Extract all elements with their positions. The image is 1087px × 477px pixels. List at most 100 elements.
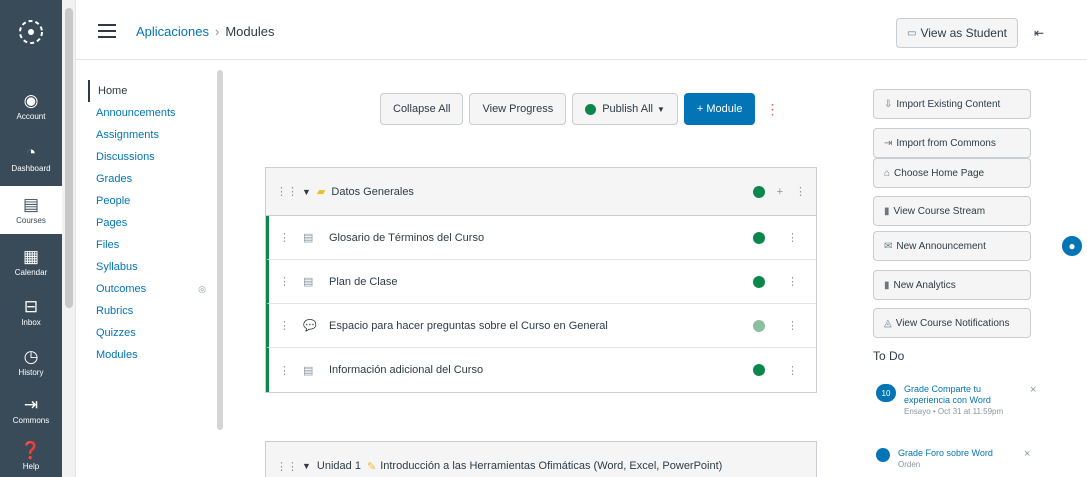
drag-handle-icon[interactable]: ⋮ bbox=[279, 364, 303, 377]
drag-handle-icon[interactable]: ⋮⋮ bbox=[276, 460, 298, 473]
course-nav: Home Announcements Assignments Discussio… bbox=[88, 80, 218, 366]
logo-icon[interactable] bbox=[0, 8, 62, 56]
module-datos-generales: ⋮⋮ ▼ ▰ Datos Generales + ⋮ ⋮ ▤ Glosario … bbox=[265, 167, 817, 393]
dashboard-icon: ◔ bbox=[25, 142, 37, 162]
drag-handle-icon[interactable]: ⋮ bbox=[279, 275, 303, 288]
view-as-student-button[interactable]: ▭ View as Student bbox=[896, 18, 1018, 48]
count-badge bbox=[876, 448, 890, 462]
kebab-icon[interactable]: ⋮ bbox=[787, 364, 798, 377]
user-icon: ◉ bbox=[23, 90, 39, 110]
view-progress-button[interactable]: View Progress bbox=[469, 93, 567, 125]
course-nav-assignments[interactable]: Assignments bbox=[88, 124, 218, 146]
announcement-icon: ✉ bbox=[884, 240, 893, 252]
page-icon: ▤ bbox=[303, 276, 314, 288]
choose-home-page-button[interactable]: ⌂ Choose Home Page bbox=[873, 158, 1031, 188]
inbox-icon: ⊟ bbox=[23, 296, 39, 316]
module-item[interactable]: ⋮ 💬 Espacio para hacer preguntas sobre e… bbox=[266, 304, 816, 348]
module-header[interactable]: ⋮⋮ ▼ ▰ Datos Generales + ⋮ bbox=[266, 168, 816, 216]
new-analytics-button[interactable]: ▮ New Analytics bbox=[873, 270, 1031, 300]
scrollbar-thumb[interactable] bbox=[65, 8, 73, 308]
canvas-app: ◉ Account ◔ Dashboard ▤ Courses ▦ Calend… bbox=[0, 0, 1087, 477]
discussion-icon: 💬 bbox=[303, 320, 317, 332]
view-course-notifications-button[interactable]: ◬ View Course Notifications bbox=[873, 308, 1031, 338]
module-item[interactable]: ⋮ ▤ Información adicional del Curso ⋮ bbox=[266, 348, 816, 392]
caret-down-icon[interactable]: ▼ bbox=[302, 187, 311, 197]
nav-commons[interactable]: ⇥ Commons bbox=[0, 386, 62, 434]
todo-title[interactable]: Grade Comparte tu experiencia con Word bbox=[904, 384, 1022, 406]
chevron-down-icon: ▼ bbox=[656, 104, 665, 114]
module-title: Datos Generales bbox=[331, 185, 414, 198]
module-header[interactable]: ⋮⋮ ▼ Unidad 1 ✎ Introducción a las Herra… bbox=[266, 442, 816, 477]
module-item[interactable]: ⋮ ▤ Plan de Clase ⋮ bbox=[266, 260, 816, 304]
course-nav-people[interactable]: People bbox=[88, 190, 218, 212]
nav-courses[interactable]: ▤ Courses bbox=[0, 186, 62, 234]
course-nav-quizzes[interactable]: Quizzes bbox=[88, 322, 218, 344]
help-icon: ❓ bbox=[20, 440, 42, 460]
stream-icon: ▮ bbox=[884, 205, 890, 217]
published-check-icon[interactable] bbox=[752, 185, 765, 198]
published-check-icon bbox=[585, 103, 597, 115]
pencil-icon: ✎ bbox=[366, 460, 377, 473]
course-nav-outcomes[interactable]: Outcomes ◎ bbox=[88, 278, 218, 300]
hamburger-icon[interactable] bbox=[98, 24, 116, 38]
nav-inbox[interactable]: ⊟ Inbox bbox=[0, 288, 62, 336]
nav-account[interactable]: ◉ Account bbox=[0, 82, 62, 130]
published-check-icon[interactable] bbox=[753, 275, 765, 288]
course-nav-files[interactable]: Files bbox=[88, 234, 218, 256]
course-nav-grades[interactable]: Grades bbox=[88, 168, 218, 190]
chat-bubble-icon[interactable]: ● bbox=[1060, 234, 1084, 258]
notification-icon: ◬ bbox=[884, 317, 892, 329]
course-nav-rubrics[interactable]: Rubrics bbox=[88, 300, 218, 322]
todo-title[interactable]: Grade Foro sobre Word bbox=[898, 448, 1016, 459]
plus-icon[interactable]: + bbox=[777, 186, 783, 198]
todo-subtitle: Orden bbox=[898, 460, 921, 469]
module-subtitle: Introducción a las Herramientas Ofimátic… bbox=[380, 460, 723, 472]
todo-item[interactable]: Grade Foro sobre Word Orden × bbox=[876, 448, 1046, 470]
drag-handle-icon[interactable]: ⋮⋮ bbox=[276, 185, 298, 198]
courses-icon: ▤ bbox=[22, 194, 40, 214]
nav-history[interactable]: ◷ History bbox=[0, 338, 62, 386]
kebab-icon[interactable]: ⋮ bbox=[787, 231, 798, 244]
close-icon[interactable]: × bbox=[1024, 448, 1030, 470]
import-existing-content-button[interactable]: ⇩ Import Existing Content bbox=[873, 89, 1031, 119]
close-icon[interactable]: × bbox=[1030, 384, 1036, 417]
course-nav-syllabus[interactable]: Syllabus bbox=[88, 256, 218, 278]
published-check-icon[interactable] bbox=[753, 319, 765, 332]
more-options-icon[interactable]: ⋮ bbox=[761, 101, 783, 118]
import-icon: ⇩ bbox=[884, 98, 893, 110]
global-nav-scrollbar[interactable] bbox=[62, 0, 76, 477]
import-from-commons-button[interactable]: ⇥ Import from Commons bbox=[873, 128, 1031, 158]
module-item[interactable]: ⋮ ▤ Glosario de Términos del Curso ⋮ bbox=[266, 216, 816, 260]
page-icon: ▤ bbox=[303, 232, 314, 244]
count-badge: 10 bbox=[876, 384, 896, 402]
view-course-stream-button[interactable]: ▮ View Course Stream bbox=[873, 196, 1031, 226]
course-nav-modules[interactable]: Modules bbox=[88, 344, 218, 366]
course-nav-pages[interactable]: Pages bbox=[88, 212, 218, 234]
calendar-icon: ▦ bbox=[22, 246, 40, 266]
scrollbar-thumb[interactable] bbox=[217, 70, 223, 430]
drag-handle-icon[interactable]: ⋮ bbox=[279, 231, 303, 244]
nav-help[interactable]: ❓ Help bbox=[0, 432, 62, 477]
folder-icon: ▰ bbox=[316, 186, 326, 198]
history-icon: ◷ bbox=[23, 346, 39, 366]
breadcrumb-course[interactable]: Aplicaciones bbox=[136, 24, 209, 39]
course-nav-home[interactable]: Home bbox=[88, 80, 218, 102]
publish-all-button[interactable]: Publish All ▼ bbox=[572, 93, 678, 125]
kebab-icon[interactable]: ⋮ bbox=[787, 275, 798, 288]
collapse-sidebar-icon[interactable]: ⇤ bbox=[1034, 26, 1044, 40]
published-check-icon[interactable] bbox=[753, 231, 765, 244]
nav-calendar[interactable]: ▦ Calendar bbox=[0, 238, 62, 286]
course-nav-announcements[interactable]: Announcements bbox=[88, 102, 218, 124]
add-module-button[interactable]: + Module bbox=[683, 93, 756, 125]
collapse-all-button[interactable]: Collapse All bbox=[380, 93, 464, 125]
caret-down-icon[interactable]: ▼ bbox=[302, 461, 311, 471]
nav-dashboard[interactable]: ◔ Dashboard bbox=[0, 134, 62, 182]
course-nav-discussions[interactable]: Discussions bbox=[88, 146, 218, 168]
todo-item[interactable]: 10 Grade Comparte tu experiencia con Wor… bbox=[876, 384, 1046, 417]
new-announcement-button[interactable]: ✉ New Announcement bbox=[873, 231, 1031, 261]
course-nav-scrollbar[interactable] bbox=[215, 70, 225, 430]
kebab-icon[interactable]: ⋮ bbox=[795, 185, 806, 198]
kebab-icon[interactable]: ⋮ bbox=[787, 319, 798, 332]
published-check-icon[interactable] bbox=[753, 364, 765, 376]
drag-handle-icon[interactable]: ⋮ bbox=[279, 319, 303, 332]
